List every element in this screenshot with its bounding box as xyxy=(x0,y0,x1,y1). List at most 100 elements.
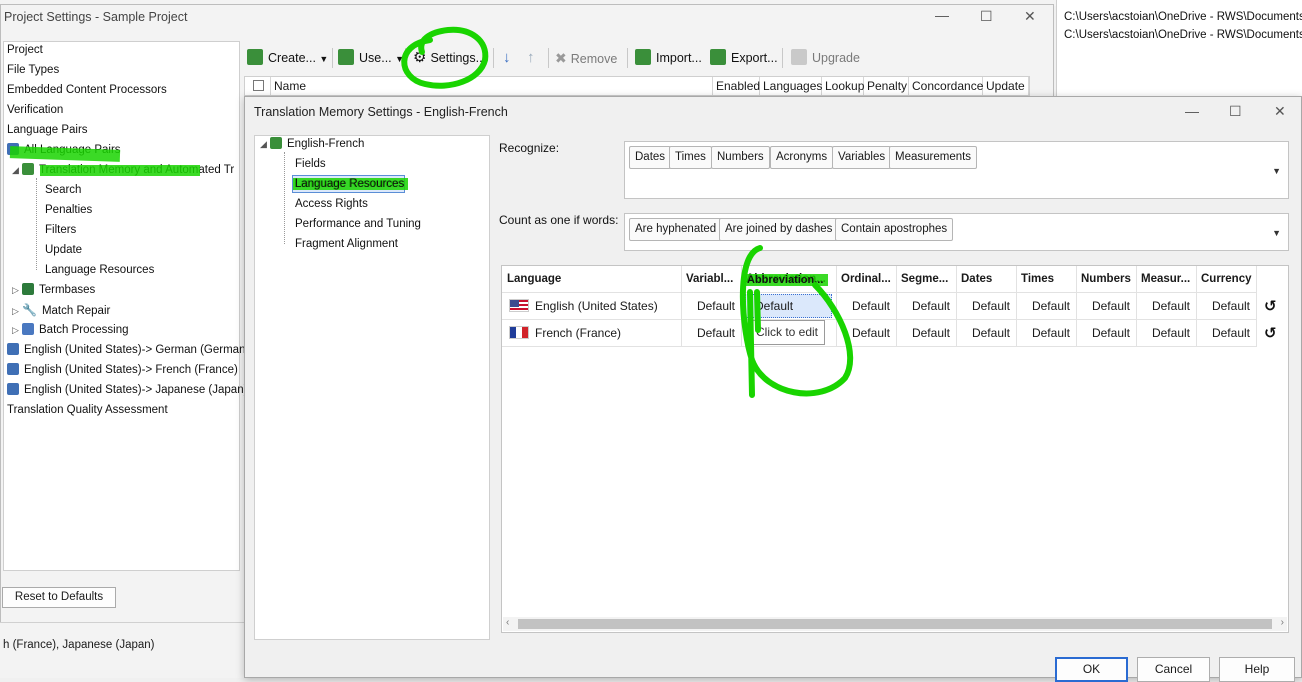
maximize-button[interactable]: ☐ xyxy=(1229,103,1242,120)
minimize-button[interactable]: — xyxy=(1185,103,1199,119)
tree-item-penalties[interactable]: Penalties xyxy=(45,201,92,219)
table-row-language[interactable]: English (United States) xyxy=(502,293,682,320)
tree-item-verification[interactable]: Verification xyxy=(7,101,63,119)
table-cell[interactable]: Default xyxy=(957,320,1017,347)
expand-icon[interactable]: ▷ xyxy=(12,281,22,299)
table-cell[interactable]: Default xyxy=(1077,320,1137,347)
table-cell[interactable]: Default xyxy=(957,293,1017,320)
table-row-language[interactable]: French (France) xyxy=(502,320,682,347)
column-header[interactable]: Numbers xyxy=(1077,266,1137,293)
chip-joined-by-dashes[interactable]: Are joined by dashes xyxy=(719,218,839,241)
create-button[interactable]: Create... ▼ xyxy=(247,48,328,68)
chip-times[interactable]: Times xyxy=(669,146,712,169)
move-up-button[interactable]: ↑ xyxy=(527,48,535,68)
tree-item-access-rights[interactable]: Access Rights xyxy=(295,195,368,213)
column-header[interactable]: Currency xyxy=(1197,266,1257,293)
chevron-down-icon[interactable]: ▼ xyxy=(1272,228,1281,238)
table-cell[interactable]: Default xyxy=(1137,293,1197,320)
help-button[interactable]: Help xyxy=(1219,657,1295,682)
column-header[interactable]: Dates xyxy=(957,266,1017,293)
tree-item-project[interactable]: Project xyxy=(7,41,43,59)
tree-item-fields[interactable]: Fields xyxy=(295,155,326,173)
column-header[interactable]: Update xyxy=(983,77,1029,95)
tree-item-update[interactable]: Update xyxy=(45,241,82,259)
table-cell[interactable]: Default xyxy=(1077,293,1137,320)
tree-item-file-types[interactable]: File Types xyxy=(7,61,59,79)
expand-icon[interactable]: ▷ xyxy=(12,302,22,320)
table-cell[interactable]: Default xyxy=(682,320,742,347)
column-header[interactable]: Times xyxy=(1017,266,1077,293)
collapse-icon[interactable]: ◢ xyxy=(12,161,22,179)
column-header[interactable]: Concordance xyxy=(909,77,983,95)
count-as-one-select[interactable]: Are hyphenated Are joined by dashes Cont… xyxy=(624,213,1289,251)
tree-item-search[interactable]: Search xyxy=(45,181,81,199)
column-header[interactable]: Ordinal... xyxy=(837,266,897,293)
tree-item-match-repair[interactable]: ▷ 🔧 Match Repair xyxy=(12,301,110,319)
import-button[interactable]: Import... xyxy=(635,48,702,68)
table-cell[interactable]: Default xyxy=(837,293,897,320)
tree-item-fragment-alignment[interactable]: Fragment Alignment xyxy=(295,235,398,253)
scrollbar-thumb[interactable] xyxy=(518,619,1272,629)
chip-acronyms[interactable]: Acronyms xyxy=(770,146,834,169)
column-header[interactable]: Segme... xyxy=(897,266,957,293)
chip-apostrophes[interactable]: Contain apostrophes xyxy=(835,218,954,241)
column-header[interactable]: Variabl... xyxy=(682,266,742,293)
reset-to-defaults-button[interactable]: Reset to Defaults xyxy=(2,587,116,608)
tree-item-en-fr[interactable]: English (United States)-> French (France… xyxy=(7,361,238,379)
column-header[interactable]: Penalty xyxy=(864,77,909,95)
chevron-down-icon[interactable]: ▼ xyxy=(395,54,404,64)
collapse-icon[interactable]: ◢ xyxy=(260,135,270,153)
column-header[interactable]: Lookup xyxy=(822,77,864,95)
minimize-button[interactable]: — xyxy=(935,7,949,23)
table-cell[interactable]: Default xyxy=(837,320,897,347)
cancel-button[interactable]: Cancel xyxy=(1137,657,1210,682)
table-cell[interactable]: Default xyxy=(897,293,957,320)
chevron-down-icon[interactable]: ▼ xyxy=(319,54,328,64)
column-header[interactable]: Enabled xyxy=(713,77,760,95)
tree-item-termbases[interactable]: ▷ Termbases xyxy=(12,281,95,299)
table-cell[interactable]: Default xyxy=(1137,320,1197,347)
chevron-down-icon[interactable]: ▼ xyxy=(1272,166,1281,176)
chip-numbers[interactable]: Numbers xyxy=(711,146,770,169)
remove-button[interactable]: ✖ Remove xyxy=(555,48,617,68)
tree-item-language-pairs[interactable]: Language Pairs xyxy=(7,121,88,139)
use-button[interactable]: Use... ▼ xyxy=(338,48,404,68)
export-button[interactable]: Export... xyxy=(710,48,778,68)
chip-variables[interactable]: Variables xyxy=(832,146,892,169)
tree-item-tqa[interactable]: Translation Quality Assessment xyxy=(7,401,168,419)
tree-item-en-ja[interactable]: English (United States)-> Japanese (Japa… xyxy=(7,381,247,399)
scroll-left-icon[interactable]: ‹ xyxy=(506,617,509,628)
settings-button[interactable]: ⚙ Settings... xyxy=(413,48,486,68)
move-down-button[interactable]: ↓ xyxy=(503,48,511,68)
column-header[interactable]: Name xyxy=(271,77,713,95)
expand-icon[interactable]: ▷ xyxy=(12,321,22,339)
select-all-checkbox[interactable] xyxy=(245,77,271,95)
upgrade-button[interactable]: Upgrade xyxy=(791,48,860,68)
tree-item-en-de[interactable]: English (United States)-> German (German xyxy=(7,341,245,359)
table-cell[interactable]: Default xyxy=(1017,320,1077,347)
selected-cell-abbreviations[interactable]: Default xyxy=(745,294,832,318)
tree-item-performance[interactable]: Performance and Tuning xyxy=(295,215,421,233)
column-header[interactable]: Languages xyxy=(760,77,822,95)
tree-item-language-resources[interactable]: Language Resources xyxy=(45,261,154,279)
close-button[interactable]: ✕ xyxy=(1024,8,1036,25)
tree-item-filters[interactable]: Filters xyxy=(45,221,76,239)
column-header[interactable]: Measur... xyxy=(1137,266,1197,293)
column-header-language[interactable]: Language xyxy=(502,266,682,293)
recognize-select[interactable]: Dates Times Numbers Acronyms Variables M… xyxy=(624,141,1289,199)
table-cell[interactable]: Default xyxy=(1017,293,1077,320)
table-cell[interactable]: Default xyxy=(682,293,742,320)
chip-dates[interactable]: Dates xyxy=(629,146,672,169)
chip-measurements[interactable]: Measurements xyxy=(889,146,978,169)
tree-item-ecp[interactable]: Embedded Content Processors xyxy=(7,81,167,99)
scroll-right-icon[interactable]: › xyxy=(1281,617,1284,628)
ok-button[interactable]: OK xyxy=(1055,657,1128,682)
maximize-button[interactable]: ☐ xyxy=(980,8,993,25)
table-cell[interactable]: Default xyxy=(1197,320,1257,347)
close-button[interactable]: ✕ xyxy=(1274,103,1286,120)
tree-item-english-french[interactable]: ◢ English-French xyxy=(260,135,364,153)
tree-item-batch-processing[interactable]: ▷ Batch Processing xyxy=(12,321,129,339)
horizontal-scrollbar[interactable]: ‹ › xyxy=(503,617,1287,631)
chip-hyphenated[interactable]: Are hyphenated xyxy=(629,218,723,241)
table-cell[interactable]: Default xyxy=(1197,293,1257,320)
